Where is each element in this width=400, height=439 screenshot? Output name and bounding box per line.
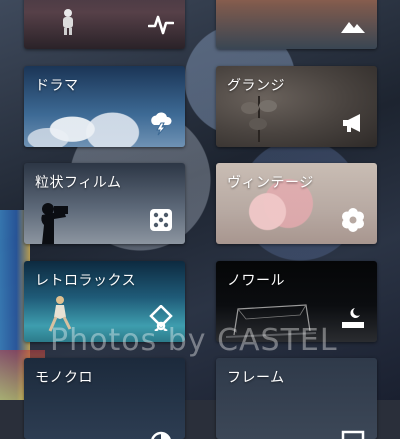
filter-label-retro-lux: レトロラックス (35, 273, 137, 289)
filter-card-noir[interactable]: ノワール (216, 261, 377, 342)
soccer-goal-photo (226, 304, 316, 338)
filter-label-drama: ドラマ (35, 78, 79, 94)
photographer-silhouette (41, 203, 68, 244)
location-pin-icon (148, 305, 174, 331)
megaphone-icon (340, 110, 366, 136)
filter-label-monochrome: モノクロ (35, 370, 93, 386)
monochrome-icon (148, 429, 174, 439)
filter-card-top-right[interactable] (216, 0, 377, 49)
jumping-figure (48, 296, 72, 332)
filter-label-vintage: ヴィンテージ (227, 175, 314, 191)
filter-card-vintage[interactable]: ヴィンテージ (216, 163, 377, 244)
filter-label-frame: フレーム (227, 370, 285, 386)
storm-cloud-icon (148, 110, 174, 136)
filter-card-monochrome[interactable]: モノクロ (24, 358, 185, 439)
filter-card-grain-film[interactable]: 粒状フィルム (24, 163, 185, 244)
night-scene-icon (340, 305, 366, 331)
loudspeaker-photo (241, 96, 277, 142)
flower-icon (340, 207, 366, 233)
filter-card-frame[interactable]: フレーム (216, 358, 377, 439)
filter-card-top-left[interactable] (24, 0, 185, 49)
frame-icon (340, 429, 366, 439)
filter-label-grunge: グランジ (227, 78, 285, 94)
filter-label-grain-film: 粒状フィルム (35, 175, 122, 191)
filter-card-grunge[interactable]: グランジ (216, 66, 377, 147)
mountain-icon (340, 12, 366, 38)
activity-icon (148, 12, 174, 38)
filter-card-retro-lux[interactable]: レトロラックス (24, 261, 185, 342)
dice-icon (148, 207, 174, 233)
astronaut-figure (63, 9, 73, 35)
filter-card-drama[interactable]: ドラマ (24, 66, 185, 147)
filter-label-noir: ノワール (227, 273, 285, 289)
